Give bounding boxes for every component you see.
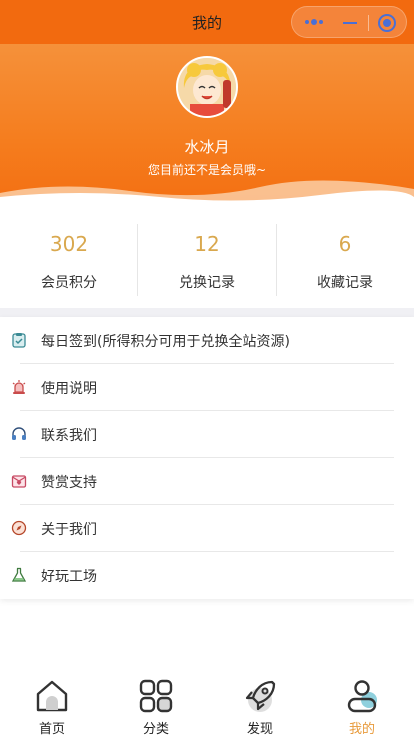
bottom-tab-bar: 首页 分类 发现 我的 bbox=[0, 670, 414, 736]
stats-panel: 302 会员积分 12 兑换记录 6 收藏记录 bbox=[0, 206, 414, 308]
tab-label: 发现 bbox=[246, 722, 273, 736]
menu-item-daily-checkin[interactable]: 每日签到(所得积分可用于兑换全站资源) bbox=[0, 317, 414, 364]
tab-mine[interactable]: 我的 bbox=[310, 676, 414, 736]
menu-item-label: 关于我们 bbox=[41, 522, 97, 538]
stat-value: 6 bbox=[338, 232, 352, 256]
capsule-divider bbox=[368, 15, 369, 31]
stat-label: 收藏记录 bbox=[317, 275, 373, 291]
section-separator bbox=[0, 308, 414, 317]
menu-item-label: 每日签到(所得积分可用于兑换全站资源) bbox=[41, 334, 290, 350]
menu-item-label: 联系我们 bbox=[41, 428, 97, 444]
tab-discover[interactable]: 发现 bbox=[208, 676, 312, 736]
tab-label: 分类 bbox=[142, 722, 169, 736]
flask-icon bbox=[11, 567, 27, 582]
rocket-icon bbox=[245, 680, 276, 712]
tab-home[interactable]: 首页 bbox=[0, 676, 104, 736]
header-wave-decoration bbox=[0, 180, 414, 206]
menu-item-label: 赞赏支持 bbox=[41, 475, 97, 491]
tab-label: 首页 bbox=[38, 722, 65, 736]
username: 水冰月 bbox=[184, 138, 230, 156]
menu-item-instructions[interactable]: 使用说明 bbox=[0, 364, 414, 411]
menu-item-label: 使用说明 bbox=[41, 381, 97, 397]
user-icon bbox=[347, 680, 377, 713]
stat-value: 302 bbox=[49, 232, 89, 256]
stat-label: 会员积分 bbox=[41, 275, 97, 291]
headset-icon bbox=[12, 427, 26, 440]
alarm-icon bbox=[12, 380, 26, 394]
stat-exchange-records[interactable]: 12 兑换记录 bbox=[138, 224, 276, 296]
compass-icon bbox=[11, 520, 27, 536]
tab-label: 我的 bbox=[348, 722, 375, 736]
avatar[interactable] bbox=[176, 56, 238, 118]
stat-points[interactable]: 302 会员积分 bbox=[0, 224, 138, 296]
menu-item-label: 好玩工场 bbox=[41, 569, 97, 585]
menu-item-about-us[interactable]: 关于我们 bbox=[0, 505, 414, 552]
mini-program-capsule bbox=[291, 6, 407, 38]
navigation-bar: 我的 bbox=[0, 0, 414, 44]
tab-categories[interactable]: 分类 bbox=[104, 676, 208, 736]
stat-favorites[interactable]: 6 收藏记录 bbox=[276, 224, 414, 296]
menu-item-contact-us[interactable]: 联系我们 bbox=[0, 411, 414, 458]
menu-list: 每日签到(所得积分可用于兑换全站资源) 使用说明 联系我们 赞赏支持 关于我们 … bbox=[0, 317, 414, 599]
mail-heart-icon bbox=[11, 475, 27, 488]
stat-value: 12 bbox=[194, 232, 220, 256]
grid-icon bbox=[139, 679, 173, 713]
clipboard-check-icon bbox=[12, 333, 26, 348]
menu-item-fun-workshop[interactable]: 好玩工场 bbox=[0, 552, 414, 599]
minimize-icon[interactable] bbox=[343, 22, 357, 24]
menu-item-donate[interactable]: 赞赏支持 bbox=[0, 458, 414, 505]
profile-header: 水冰月 您目前还不是会员哦~ bbox=[0, 44, 414, 206]
home-icon bbox=[36, 680, 68, 712]
more-icon[interactable] bbox=[304, 17, 324, 27]
close-icon[interactable] bbox=[378, 14, 396, 32]
stat-label: 兑换记录 bbox=[179, 275, 235, 291]
